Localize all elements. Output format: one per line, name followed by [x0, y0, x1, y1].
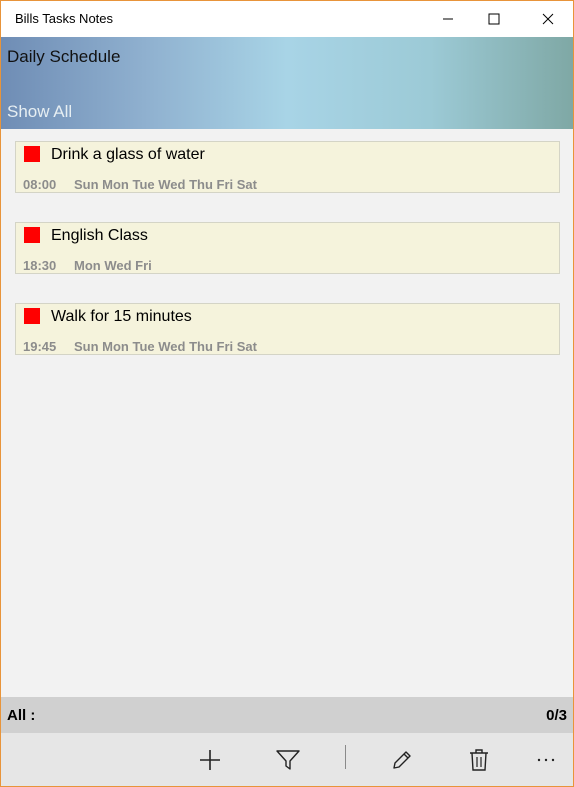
task-title: English Class: [51, 227, 148, 244]
filter-button[interactable]: [266, 733, 310, 786]
priority-flag-icon: [24, 308, 40, 324]
app-window: Bills Tasks Notes Daily Schedule Show Al…: [0, 0, 574, 787]
delete-icon: [470, 748, 488, 771]
edit-button[interactable]: [380, 733, 424, 786]
priority-flag-icon: [24, 227, 40, 243]
close-button[interactable]: [525, 1, 571, 37]
task-title: Walk for 15 minutes: [51, 308, 192, 325]
filter-icon: [276, 749, 300, 770]
delete-button[interactable]: [457, 733, 501, 786]
task-list: Drink a glass of water 08:00 Sun Mon Tue…: [15, 141, 560, 384]
schedule-header: Daily Schedule Show All: [1, 37, 573, 129]
status-label: All :: [7, 707, 36, 724]
show-all-filter[interactable]: Show All: [7, 102, 72, 122]
status-bar: All : 0/3: [1, 697, 573, 733]
minimize-button[interactable]: [425, 1, 471, 37]
close-icon: [542, 13, 554, 25]
add-icon: [200, 749, 220, 770]
task-days: Sun Mon Tue Wed Thu Fri Sat: [74, 177, 257, 192]
task-time: 08:00: [23, 177, 57, 192]
command-separator: [345, 745, 346, 769]
minimize-icon: [443, 18, 453, 20]
add-button[interactable]: [188, 733, 232, 786]
title-bar: Bills Tasks Notes: [1, 1, 573, 37]
task-item[interactable]: Drink a glass of water 08:00 Sun Mon Tue…: [15, 141, 560, 193]
task-item[interactable]: English Class 18:30 Mon Wed Fri: [15, 222, 560, 274]
window-title: Bills Tasks Notes: [15, 11, 114, 26]
task-time: 19:45: [23, 339, 57, 354]
task-item[interactable]: Walk for 15 minutes 19:45 Sun Mon Tue We…: [15, 303, 560, 355]
task-title: Drink a glass of water: [51, 146, 205, 163]
priority-flag-icon: [24, 146, 40, 162]
task-time: 18:30: [23, 258, 57, 273]
completion-count: 0/3: [546, 707, 567, 724]
edit-icon: [393, 750, 411, 769]
maximize-button[interactable]: [471, 1, 517, 37]
task-days: Mon Wed Fri: [74, 258, 152, 273]
task-days: Sun Mon Tue Wed Thu Fri Sat: [74, 339, 257, 354]
maximize-icon: [488, 13, 500, 25]
command-bar: [1, 733, 573, 786]
more-button[interactable]: [524, 733, 568, 786]
page-title: Daily Schedule: [7, 47, 121, 66]
more-icon: [537, 758, 555, 761]
